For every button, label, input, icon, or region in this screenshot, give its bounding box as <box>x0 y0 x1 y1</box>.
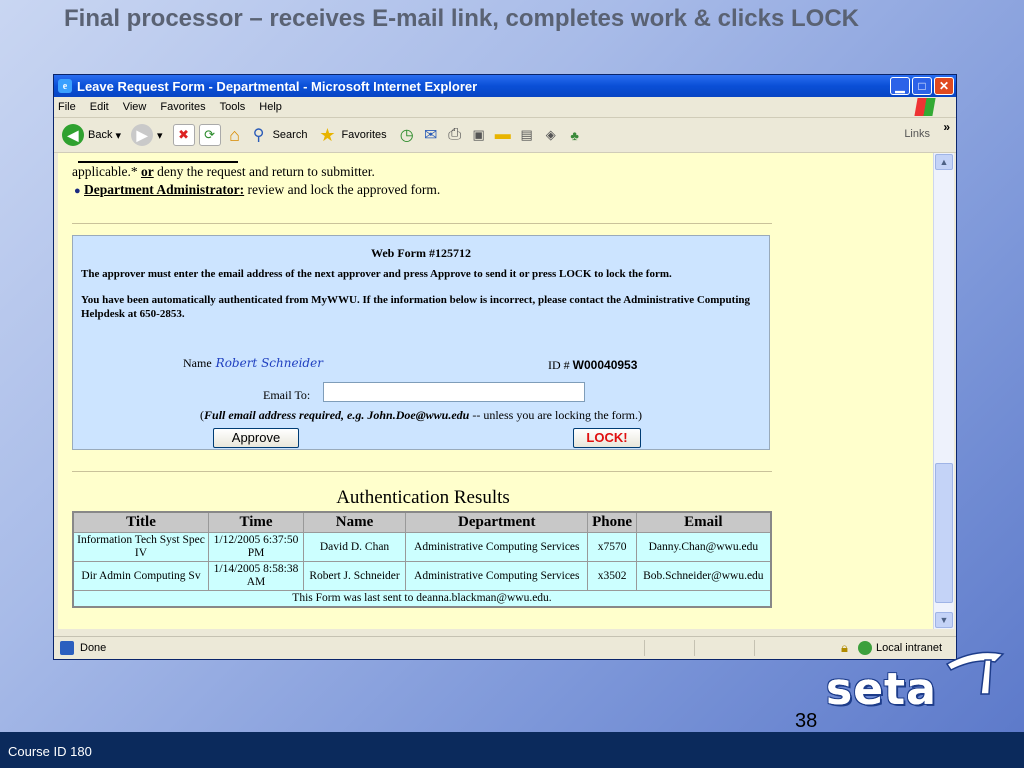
toolbar: ◀ Back ▾ ▶ ▾ ✖ ⟳ ⌂ ⚲ Search ★ Favorites ◷… <box>54 118 956 153</box>
admin-line: ● Department Administrator: review and l… <box>74 181 838 200</box>
browser-window: e Leave Request Form - Departmental - Mi… <box>53 74 957 660</box>
intranet-icon <box>857 641 872 655</box>
menu-file[interactable]: File <box>58 101 76 113</box>
status-bar: Done 🔒︎ Local intranet <box>54 636 956 659</box>
col-title: Title <box>72 511 209 533</box>
approve-button[interactable]: Approve <box>213 428 299 448</box>
name-row: Name Robert Schneider <box>183 356 323 370</box>
footer-bar: Course ID 180 <box>0 732 1024 768</box>
folder-icon[interactable]: ▬ <box>493 125 513 145</box>
name-signature: Robert Schneider <box>215 356 323 370</box>
id-value: W00040953 <box>572 358 638 372</box>
menu-help[interactable]: Help <box>259 101 282 113</box>
auth-results-table: Title Time Name Department Phone Email I… <box>72 511 772 608</box>
search-icon: ⚲ <box>252 127 265 144</box>
mail-icon[interactable]: ✉ <box>421 125 441 145</box>
star-icon: ★ <box>319 124 336 145</box>
menu-view[interactable]: View <box>123 101 147 113</box>
status-done: Done <box>60 641 106 655</box>
vertical-scrollbar[interactable]: ▲ ▼ <box>933 153 954 629</box>
favorites-button[interactable]: ★ Favorites <box>317 125 386 145</box>
col-email: Email <box>635 511 772 533</box>
auth-notice: You have been automatically authenticate… <box>81 294 751 320</box>
menu-tools[interactable]: Tools <box>220 101 246 113</box>
bullet-icon: ● <box>74 185 81 197</box>
course-id: Course ID 180 <box>8 744 92 759</box>
messenger-icon[interactable]: ♣ <box>565 125 585 145</box>
intro-line: applicable.* or deny the request and ret… <box>72 164 375 179</box>
col-time: Time <box>208 511 304 533</box>
form-instruction: The approver must enter the email addres… <box>81 268 672 280</box>
table-footer-row: This Form was last sent to deanna.blackm… <box>72 590 772 608</box>
page-content: applicable.* or deny the request and ret… <box>58 153 934 629</box>
divider <box>72 223 772 224</box>
table-row: Information Tech Syst Spec IV 1/12/2005 … <box>72 532 772 562</box>
research-icon[interactable]: ▤ <box>517 125 537 145</box>
menu-bar: File Edit View Favorites Tools Help <box>54 97 956 118</box>
forward-arrow-icon: ▶ <box>131 124 154 146</box>
lock-icon: 🔒︎ <box>841 640 848 655</box>
status-divider <box>754 640 755 656</box>
lock-button[interactable]: LOCK! <box>573 428 641 448</box>
form-number: Web Form #125712 <box>371 246 471 260</box>
edit-icon[interactable]: ▣ <box>469 125 489 145</box>
menu-edit[interactable]: Edit <box>90 101 109 113</box>
col-phone: Phone <box>587 511 637 533</box>
forward-button[interactable]: ▶ ▾ <box>131 124 163 146</box>
history-icon[interactable]: ◷ <box>397 125 417 145</box>
menu-favorites[interactable]: Favorites <box>160 101 205 113</box>
refresh-icon[interactable]: ⟳ <box>198 124 221 146</box>
page-icon <box>60 641 74 655</box>
admin-label: Department Administrator: <box>84 182 245 197</box>
col-name: Name <box>302 511 407 533</box>
id-row: ID # W00040953 <box>548 358 638 372</box>
auth-results-title: Authentication Results <box>336 487 510 508</box>
scroll-down-icon[interactable]: ▼ <box>935 612 953 628</box>
chevron-icon[interactable]: » <box>943 120 950 134</box>
admin-text: review and lock the approved form. <box>244 182 441 197</box>
page-number: 38 <box>795 710 818 732</box>
logo-swoosh-icon <box>945 651 1005 695</box>
close-button[interactable]: ✕ <box>934 77 954 95</box>
email-to-input[interactable] <box>323 382 585 402</box>
stop-icon[interactable]: ✖ <box>172 124 195 146</box>
instructions: applicable.* or deny the request and ret… <box>58 153 838 200</box>
table-header-row: Title Time Name Department Phone Email <box>72 511 772 533</box>
divider-2 <box>72 471 772 472</box>
web-form: Web Form #125712 The approver must enter… <box>72 235 770 450</box>
ie-icon: e <box>58 79 72 93</box>
seta-logo: seta <box>826 664 937 715</box>
back-arrow-icon: ◀ <box>62 124 84 146</box>
cut-off-line <box>78 153 238 163</box>
email-label: Email To: <box>263 388 311 402</box>
security-zone: 🔒︎ Local intranet <box>841 640 942 655</box>
scroll-up-icon[interactable]: ▲ <box>935 154 953 170</box>
links-label[interactable]: Links <box>904 128 930 140</box>
windows-flag-icon <box>914 98 936 116</box>
window-title: Leave Request Form - Departmental - Micr… <box>77 78 478 94</box>
slide-title: Final processor – receives E-mail link, … <box>64 5 859 32</box>
last-sent-note: This Form was last sent to deanna.blackm… <box>72 590 772 608</box>
scroll-thumb[interactable] <box>935 463 953 603</box>
email-note: (Full email address required, e.g. John.… <box>200 408 642 422</box>
back-button[interactable]: ◀ Back ▾ <box>62 124 121 146</box>
window-titlebar[interactable]: e Leave Request Form - Departmental - Mi… <box>54 75 956 97</box>
maximize-button[interactable]: □ <box>912 77 932 95</box>
print-icon[interactable]: ⎙ <box>445 125 465 145</box>
search-button[interactable]: ⚲ Search <box>249 125 308 145</box>
status-divider <box>694 640 695 656</box>
window-icon[interactable]: ◈ <box>541 125 561 145</box>
col-department: Department <box>405 511 589 533</box>
minimize-button[interactable]: ▁ <box>890 77 910 95</box>
status-divider <box>644 640 645 656</box>
table-row: Dir Admin Computing Sv 1/14/2005 8:58:38… <box>72 561 772 591</box>
home-icon[interactable]: ⌂ <box>225 125 245 145</box>
